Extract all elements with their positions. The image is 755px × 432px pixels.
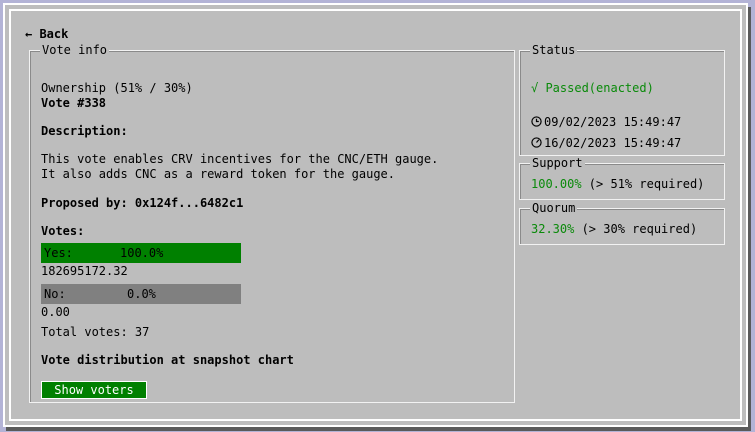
clock-end-icon	[531, 137, 542, 148]
description-heading: Description:	[41, 124, 128, 138]
support-row: 100.00% (> 51% required)	[531, 177, 704, 192]
show-voters-button[interactable]: Show voters	[41, 381, 147, 399]
vote-info-panel: Vote info Ownership (51% / 30%) Vote #33…	[29, 43, 515, 403]
yes-bar-track: Yes: 100.0%	[41, 243, 241, 263]
quorum-value: 32.30%	[531, 222, 575, 236]
no-bar-track: No: 0.0%	[41, 284, 241, 304]
no-bar-percent: 0.0%	[127, 287, 156, 301]
quorum-panel: Quorum 32.30% (> 30% required)	[519, 201, 725, 245]
votes-heading: Votes:	[41, 224, 85, 238]
vote-number: Vote #338	[41, 96, 107, 110]
start-time-row: 09/02/2023 15:49:47	[531, 115, 681, 130]
quorum-row: 32.30% (> 30% required)	[531, 222, 697, 237]
description-line-1: This vote enables CRV incentives for the…	[41, 152, 439, 166]
no-amount: 0.00	[41, 305, 70, 319]
yes-bar-percent: 100.0%	[120, 246, 164, 260]
ownership-text: Ownership (51% / 30%)	[41, 81, 193, 95]
end-time: 16/02/2023 15:49:47	[544, 136, 682, 150]
description-line-2: It also adds CNC as a reward token for t…	[41, 167, 396, 181]
distribution-chart-heading: Vote distribution at snapshot chart	[41, 353, 294, 367]
status-legend: Status	[530, 43, 578, 57]
support-panel: Support 100.00% (> 51% required)	[519, 156, 725, 200]
quorum-requirement: (> 30% required)	[574, 222, 698, 236]
status-panel: Status √ Passed(enacted) 09/02/2023 15:4…	[519, 43, 725, 156]
clock-icon	[531, 116, 542, 127]
proposed-by: Proposed by: 0x124f...6482c1	[41, 196, 244, 210]
yes-amount: 182695172.32	[41, 264, 128, 278]
start-time: 09/02/2023 15:49:47	[544, 115, 682, 129]
support-requirement: (> 51% required)	[581, 177, 705, 191]
support-value: 100.00%	[531, 177, 582, 191]
app-window: ← Back Vote info Ownership (51% / 30%) V…	[3, 3, 748, 427]
total-votes: Total votes: 37	[41, 325, 150, 339]
support-legend: Support	[530, 156, 585, 170]
back-button[interactable]: ← Back	[25, 27, 68, 41]
vote-info-legend: Vote info	[40, 43, 110, 57]
no-bar-label: No:	[44, 287, 66, 301]
yes-bar-label: Yes:	[44, 246, 73, 260]
quorum-legend: Quorum	[530, 201, 578, 215]
status-state: √ Passed(enacted)	[531, 81, 654, 95]
end-time-row: 16/02/2023 15:49:47	[531, 136, 681, 151]
